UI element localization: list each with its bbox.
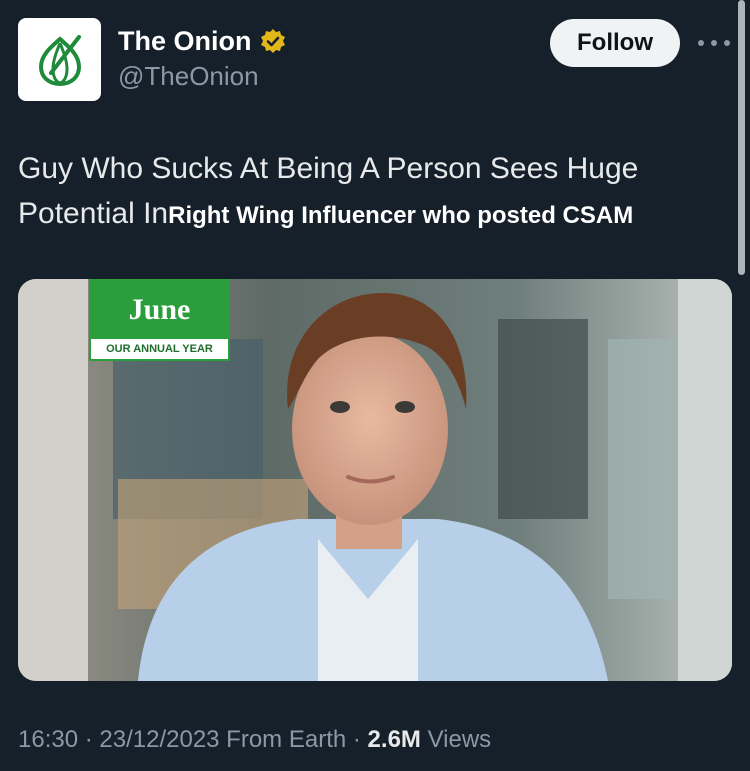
onion-logo-icon <box>38 34 81 86</box>
avatar[interactable] <box>18 18 101 101</box>
display-name-row[interactable]: The Onion <box>118 26 287 57</box>
separator: · <box>346 726 368 753</box>
tweet-text-overlay: Right Wing Influencer who posted CSAM <box>168 202 634 229</box>
tweet-media-image[interactable]: June OUR ANNUAL YEAR <box>18 279 732 681</box>
follow-button[interactable]: Follow <box>550 19 680 67</box>
display-name[interactable]: The Onion <box>118 26 251 57</box>
account-handle[interactable]: @TheOnion <box>118 61 259 92</box>
badge-subtitle: OUR ANNUAL YEAR <box>91 339 228 359</box>
tweet-location: From Earth <box>219 726 347 753</box>
tweet-metadata: 16:30 · 23/12/2023 From Earth · 2.6M Vie… <box>18 726 491 754</box>
views-count[interactable]: 2.6M <box>368 726 421 753</box>
tweet-date[interactable]: 23/12/2023 <box>99 726 219 753</box>
tweet-text: Guy Who Sucks At Being A Person Sees Hug… <box>18 146 733 238</box>
separator: · <box>78 726 100 753</box>
more-dot <box>711 40 717 46</box>
views-label: Views <box>420 726 492 753</box>
june-badge: June OUR ANNUAL YEAR <box>89 279 230 361</box>
scrollbar[interactable] <box>738 0 745 275</box>
verified-gold-badge-icon <box>261 28 286 53</box>
more-horizontal-icon[interactable] <box>698 36 730 50</box>
more-dot <box>724 40 730 46</box>
more-dot <box>698 40 704 46</box>
badge-title: June <box>128 293 191 326</box>
tweet-page: The Onion @TheOnion Follow Guy Who Sucks… <box>0 0 750 771</box>
tweet-time[interactable]: 16:30 <box>18 726 78 753</box>
